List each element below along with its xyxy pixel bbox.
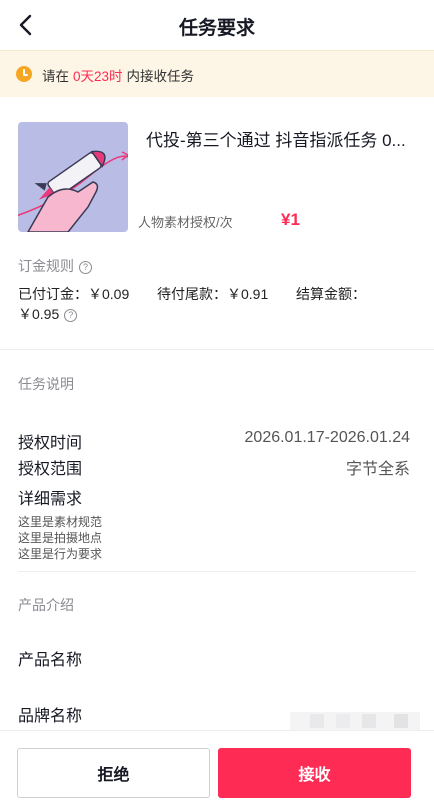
task-name: 代投-第三个通过 抖音指派任务 0...: [146, 131, 406, 150]
action-bar: 拒绝 接收: [0, 730, 434, 808]
auth-time-value: 2026.01.17-2026.01.24: [244, 429, 410, 446]
auth-scope-label: 授权范围: [18, 461, 83, 478]
page-title: 任务要求: [178, 18, 255, 39]
settlement-label: 结算金额：: [296, 286, 366, 302]
task-description-title: 任务说明: [18, 376, 74, 392]
detail-line: 这里是拍摄地点: [18, 531, 103, 545]
clock-icon: [16, 66, 32, 82]
deposit-rules-title: 订金规则?: [18, 256, 92, 276]
settlement-value: ￥0.95: [18, 306, 60, 322]
detail-line: 这里是素材规范: [18, 515, 103, 529]
accept-button[interactable]: 接收: [218, 748, 411, 798]
deadline-prefix: 请在: [42, 69, 69, 84]
auth-time-label: 授权时间: [18, 435, 83, 452]
balance-pending: 待付尾款：￥0.91: [157, 286, 269, 302]
brand-name-label: 品牌名称: [18, 708, 83, 725]
product-intro-title: 产品介绍: [18, 597, 74, 613]
deadline-suffix: 内接收任务: [126, 69, 195, 84]
deadline-text: 请在 0天23时 内接收任务: [42, 65, 194, 85]
help-icon[interactable]: ?: [64, 309, 78, 322]
task-unit: 人物素材授权/次: [138, 215, 233, 230]
deadline-banner: 请在 0天23时 内接收任务: [0, 50, 434, 97]
product-name-label: 产品名称: [18, 652, 83, 669]
deposit-rules-label: 订金规则: [18, 258, 74, 274]
divider: [0, 349, 434, 350]
header: 任务要求: [0, 0, 434, 50]
detail-requirements-label: 详细需求: [18, 491, 83, 508]
detail-requirements-list: 这里是素材规范 这里是拍摄地点 这里是行为要求: [18, 514, 102, 562]
auth-scope-value: 字节全系: [345, 461, 410, 478]
blurred-brand-value: [290, 712, 420, 730]
detail-line: 这里是行为要求: [18, 547, 103, 561]
help-icon[interactable]: ?: [79, 261, 92, 274]
task-price: ¥1: [281, 210, 300, 229]
deadline-countdown: 0天23时: [73, 69, 123, 84]
deposit-paid: 已付订金：￥0.09: [18, 286, 130, 302]
task-thumbnail: [18, 122, 128, 232]
reject-button[interactable]: 拒绝: [17, 748, 210, 798]
divider: [18, 571, 416, 572]
settlement-amount: ￥0.95?: [18, 304, 78, 324]
